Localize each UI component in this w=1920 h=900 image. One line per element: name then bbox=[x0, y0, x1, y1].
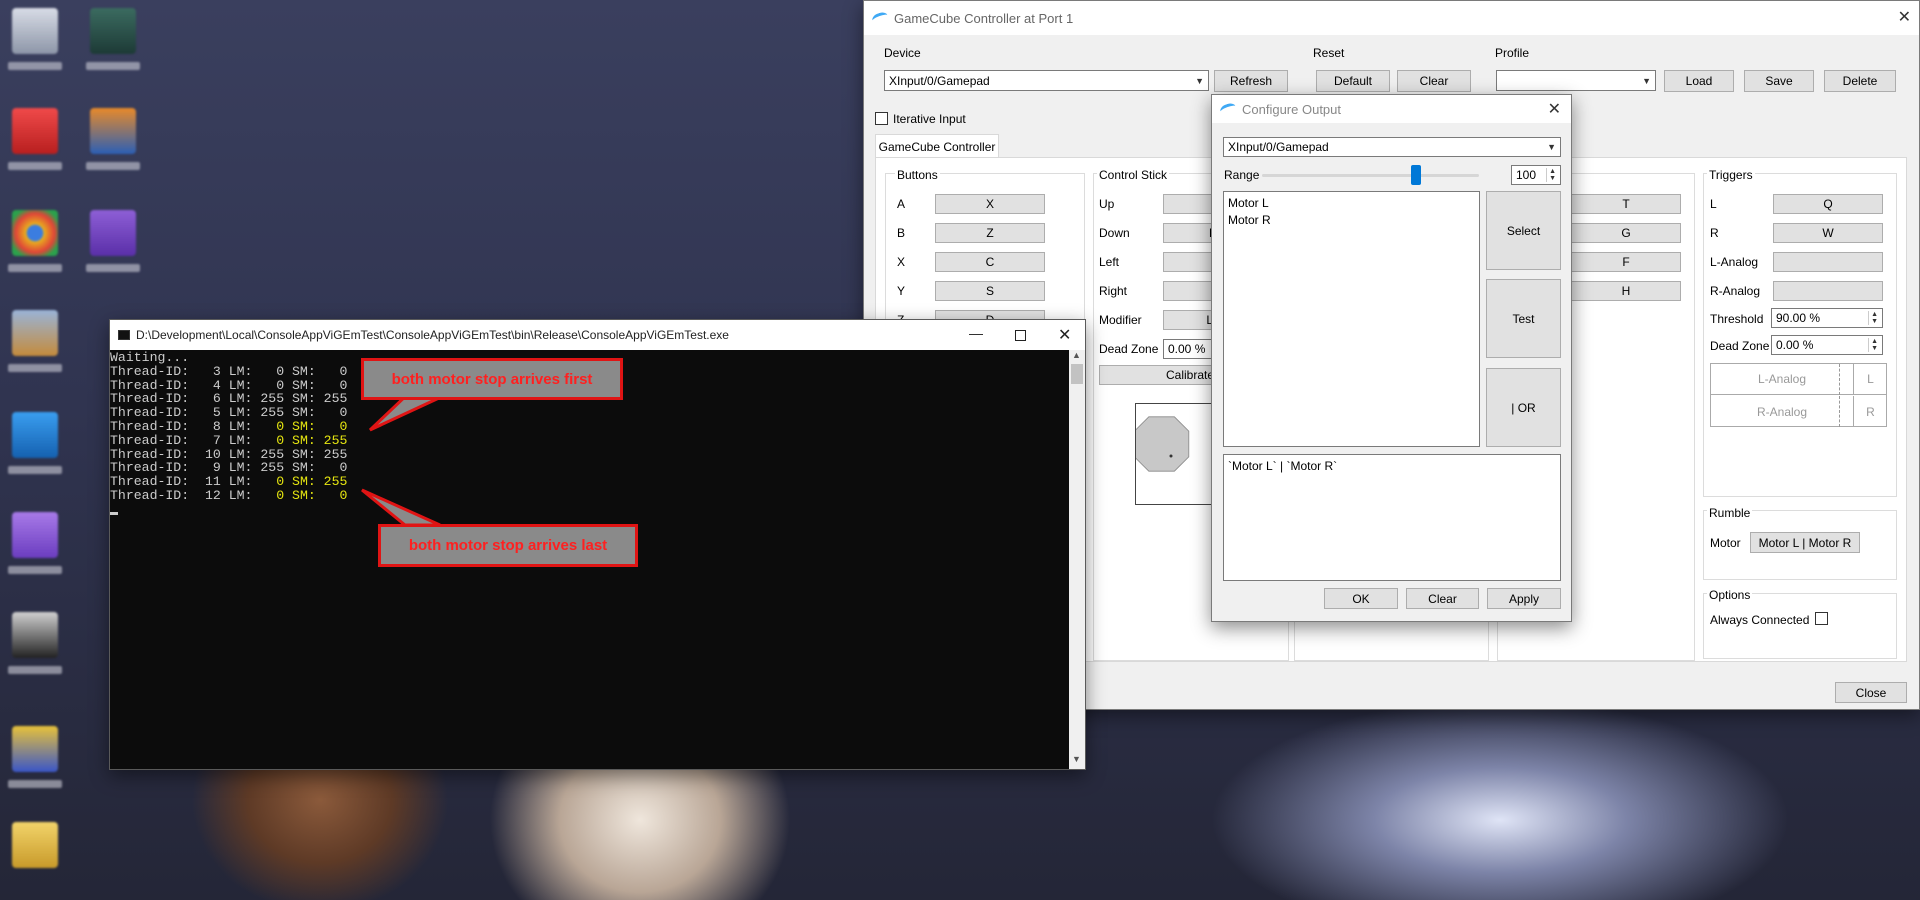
callout-last: both motor stop arrives last bbox=[378, 524, 638, 567]
callout-last-pointer bbox=[361, 488, 441, 527]
callout-first: both motor stop arrives first bbox=[361, 358, 623, 400]
callout-pointers bbox=[361, 390, 453, 527]
